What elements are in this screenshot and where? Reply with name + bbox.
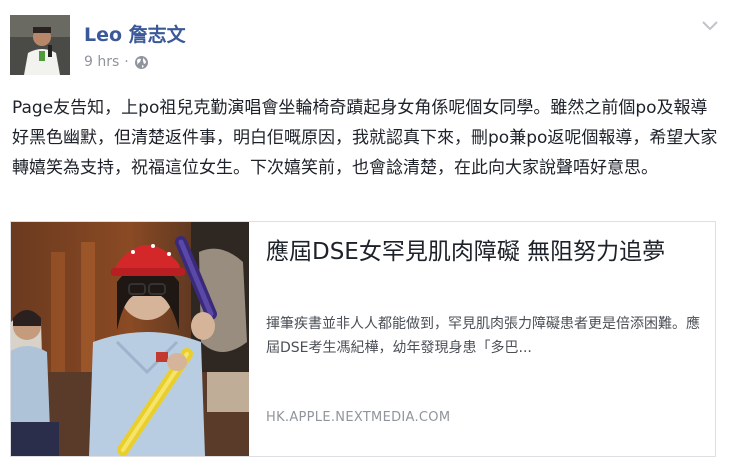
post-meta: 9 hrs · <box>84 54 149 70</box>
globe-icon[interactable] <box>134 55 149 70</box>
post-text: Page友告知，上po祖兒克勤演唱會坐輪椅奇蹟起身女角係呢個女同學。雖然之前個p… <box>12 98 718 178</box>
avatar[interactable] <box>10 15 70 75</box>
facebook-post: Leo 詹志文 9 hrs · Page友告知，上po祖兒克勤演唱會坐輪椅奇蹟起… <box>0 0 730 465</box>
avatar-photo <box>10 15 70 75</box>
link-description: 揮筆疾書並非人人都能做到，罕見肌肉張力障礙患者更是倍添困難。應屆DSE考生馮紀樺… <box>266 316 700 356</box>
post-author-name[interactable]: Leo 詹志文 <box>84 20 186 47</box>
link-title[interactable]: 應屆DSE女罕見肌肉障礙 無阻努力追夢 <box>266 236 706 269</box>
link-preview-image[interactable] <box>11 222 249 456</box>
meta-separator: · <box>124 54 129 70</box>
post-timestamp[interactable]: 9 hrs <box>84 54 119 70</box>
link-preview-card[interactable]: 應屆DSE女罕見肌肉障礙 無阻努力追夢 揮筆疾書並非人人都能做到，罕見肌肉張力障… <box>10 221 716 457</box>
link-domain: HK.APPLE.NEXTMEDIA.COM <box>266 410 451 425</box>
chevron-down-icon[interactable] <box>700 18 720 34</box>
